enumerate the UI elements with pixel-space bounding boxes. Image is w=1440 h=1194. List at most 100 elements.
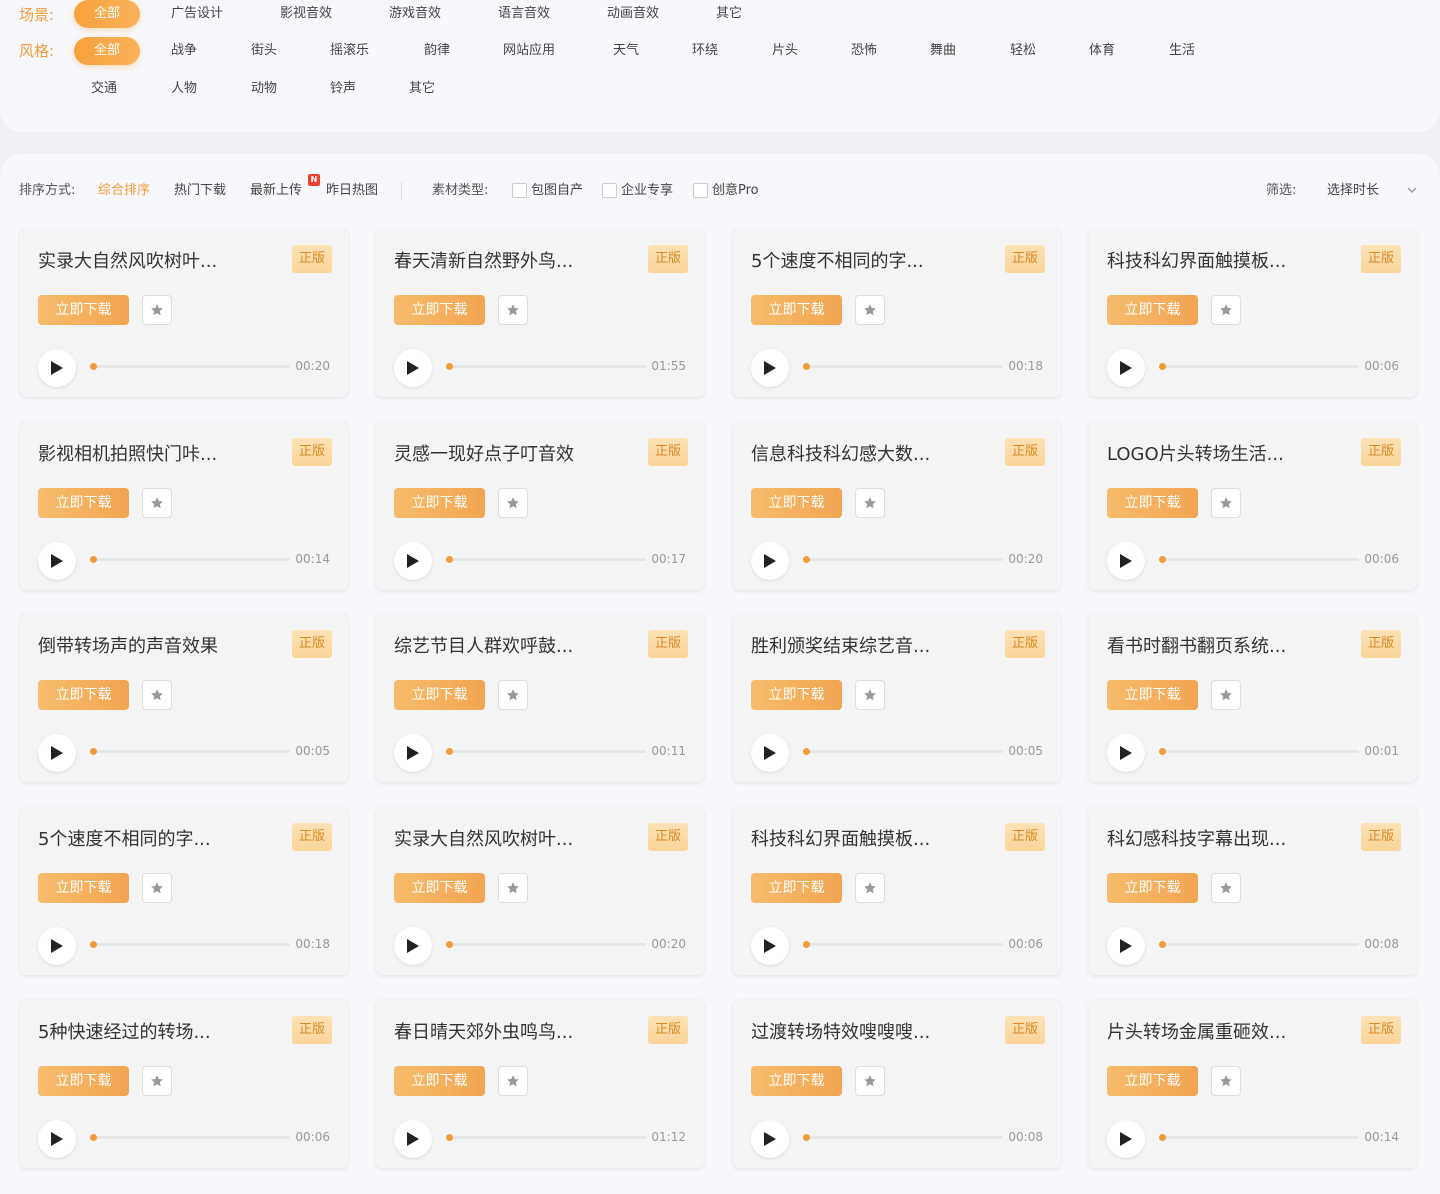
sound-card[interactable]: 科技科幻界面触摸板... 正版 立即下载 00:06 bbox=[733, 807, 1061, 975]
download-button[interactable]: 立即下载 bbox=[751, 488, 842, 518]
progress-track[interactable] bbox=[803, 556, 1003, 563]
sort-latest-upload[interactable]: 最新上传 bbox=[250, 182, 302, 200]
progress-thumb[interactable] bbox=[803, 556, 810, 563]
type-original-label[interactable]: 包图自产 bbox=[531, 182, 583, 200]
progress-thumb[interactable] bbox=[1159, 363, 1166, 370]
progress-track[interactable] bbox=[90, 748, 290, 755]
style-tag-horror[interactable]: 恐怖 bbox=[851, 37, 877, 65]
favorite-button[interactable] bbox=[855, 680, 885, 710]
style-tag-surround[interactable]: 环绕 bbox=[692, 37, 718, 65]
play-button[interactable] bbox=[394, 349, 432, 387]
sound-title[interactable]: 实录大自然风吹树叶... bbox=[394, 825, 573, 851]
style-tag-people[interactable]: 人物 bbox=[171, 75, 197, 103]
progress-track[interactable] bbox=[90, 363, 290, 370]
progress-thumb[interactable] bbox=[803, 941, 810, 948]
sound-card[interactable]: 灵感一现好点子叮音效 正版 立即下载 00:17 bbox=[376, 422, 704, 590]
progress-thumb[interactable] bbox=[90, 1134, 97, 1141]
progress-track[interactable] bbox=[1159, 363, 1359, 370]
play-button[interactable] bbox=[751, 349, 789, 387]
progress-track[interactable] bbox=[1159, 748, 1359, 755]
progress-thumb[interactable] bbox=[90, 363, 97, 370]
sound-card[interactable]: 5种快速经过的转场... 正版 立即下载 00:06 bbox=[20, 1000, 348, 1168]
play-button[interactable] bbox=[394, 1120, 432, 1158]
download-button[interactable]: 立即下载 bbox=[38, 295, 129, 325]
progress-thumb[interactable] bbox=[90, 748, 97, 755]
download-button[interactable]: 立即下载 bbox=[1107, 295, 1198, 325]
sound-title[interactable]: 灵感一现好点子叮音效 bbox=[394, 440, 574, 466]
sound-title[interactable]: 综艺节目人群欢呼鼓... bbox=[394, 632, 573, 658]
sound-title[interactable]: 实录大自然风吹树叶... bbox=[38, 247, 217, 273]
favorite-button[interactable] bbox=[142, 295, 172, 325]
scene-tag-game[interactable]: 游戏音效 bbox=[389, 0, 441, 28]
progress-track[interactable] bbox=[446, 941, 646, 948]
type-checkbox-original[interactable] bbox=[512, 183, 527, 198]
sound-card[interactable]: 春日晴天郊外虫鸣鸟... 正版 立即下载 01:12 bbox=[376, 1000, 704, 1168]
progress-track[interactable] bbox=[446, 363, 646, 370]
favorite-button[interactable] bbox=[498, 680, 528, 710]
play-button[interactable] bbox=[751, 734, 789, 772]
sound-card[interactable]: 过渡转场特效嗖嗖嗖... 正版 立即下载 00:08 bbox=[733, 1000, 1061, 1168]
favorite-button[interactable] bbox=[855, 295, 885, 325]
favorite-button[interactable] bbox=[1211, 680, 1241, 710]
sound-card[interactable]: 影视相机拍照快门咔... 正版 立即下载 00:14 bbox=[20, 422, 348, 590]
progress-track[interactable] bbox=[90, 1134, 290, 1141]
play-button[interactable] bbox=[1107, 542, 1145, 580]
sound-title[interactable]: 5个速度不相同的字... bbox=[38, 825, 211, 851]
sound-title[interactable]: 春日晴天郊外虫鸣鸟... bbox=[394, 1018, 573, 1044]
style-tag-ringtone[interactable]: 铃声 bbox=[330, 75, 356, 103]
style-tag-web-app[interactable]: 网站应用 bbox=[503, 37, 555, 65]
download-button[interactable]: 立即下载 bbox=[751, 1066, 842, 1096]
progress-thumb[interactable] bbox=[90, 941, 97, 948]
progress-track[interactable] bbox=[446, 748, 646, 755]
progress-thumb[interactable] bbox=[1159, 1134, 1166, 1141]
favorite-button[interactable] bbox=[855, 488, 885, 518]
type-pro-label[interactable]: 创意Pro bbox=[712, 182, 759, 200]
style-tag-life[interactable]: 生活 bbox=[1169, 37, 1195, 65]
type-enterprise-label[interactable]: 企业专享 bbox=[621, 182, 673, 200]
sound-title[interactable]: 科技科幻界面触摸板... bbox=[1107, 247, 1286, 273]
play-button[interactable] bbox=[751, 542, 789, 580]
progress-track[interactable] bbox=[1159, 941, 1359, 948]
progress-track[interactable] bbox=[1159, 556, 1359, 563]
sort-yesterday-hot[interactable]: 昨日热图 bbox=[326, 182, 378, 200]
favorite-button[interactable] bbox=[142, 873, 172, 903]
sound-card[interactable]: LOGO片头转场生活... 正版 立即下载 00:06 bbox=[1089, 422, 1417, 590]
play-button[interactable] bbox=[38, 1120, 76, 1158]
download-button[interactable]: 立即下载 bbox=[751, 295, 842, 325]
play-button[interactable] bbox=[1107, 349, 1145, 387]
sound-card[interactable]: 信息科技科幻感大数... 正版 立即下载 00:20 bbox=[733, 422, 1061, 590]
sound-title[interactable]: 过渡转场特效嗖嗖嗖... bbox=[751, 1018, 930, 1044]
progress-thumb[interactable] bbox=[446, 556, 453, 563]
style-tag-all[interactable]: 全部 bbox=[74, 37, 140, 65]
play-button[interactable] bbox=[38, 927, 76, 965]
chevron-down-icon[interactable] bbox=[1404, 182, 1420, 198]
progress-thumb[interactable] bbox=[446, 1134, 453, 1141]
sound-card[interactable]: 综艺节目人群欢呼鼓... 正版 立即下载 00:11 bbox=[376, 614, 704, 782]
favorite-button[interactable] bbox=[498, 488, 528, 518]
progress-track[interactable] bbox=[803, 941, 1003, 948]
download-button[interactable]: 立即下载 bbox=[751, 873, 842, 903]
play-button[interactable] bbox=[751, 1120, 789, 1158]
play-button[interactable] bbox=[38, 734, 76, 772]
play-button[interactable] bbox=[1107, 927, 1145, 965]
play-button[interactable] bbox=[394, 927, 432, 965]
progress-thumb[interactable] bbox=[1159, 941, 1166, 948]
play-button[interactable] bbox=[394, 734, 432, 772]
style-tag-rock[interactable]: 摇滚乐 bbox=[330, 37, 369, 65]
download-button[interactable]: 立即下载 bbox=[38, 680, 129, 710]
download-button[interactable]: 立即下载 bbox=[394, 1066, 485, 1096]
style-tag-street[interactable]: 街头 bbox=[251, 37, 277, 65]
sound-card[interactable]: 倒带转场声的声音效果 正版 立即下载 00:05 bbox=[20, 614, 348, 782]
sound-title[interactable]: 科技科幻界面触摸板... bbox=[751, 825, 930, 851]
play-button[interactable] bbox=[1107, 734, 1145, 772]
style-tag-sports[interactable]: 体育 bbox=[1089, 37, 1115, 65]
scene-tag-all[interactable]: 全部 bbox=[74, 0, 140, 28]
sound-title[interactable]: LOGO片头转场生活... bbox=[1107, 440, 1284, 466]
sound-title[interactable]: 5种快速经过的转场... bbox=[38, 1018, 211, 1044]
progress-thumb[interactable] bbox=[803, 1134, 810, 1141]
type-checkbox-enterprise[interactable] bbox=[602, 183, 617, 198]
style-tag-animal[interactable]: 动物 bbox=[251, 75, 277, 103]
progress-track[interactable] bbox=[1159, 1134, 1359, 1141]
scene-tag-animation[interactable]: 动画音效 bbox=[607, 0, 659, 28]
sound-card[interactable]: 胜利颁奖结束综艺音... 正版 立即下载 00:05 bbox=[733, 614, 1061, 782]
